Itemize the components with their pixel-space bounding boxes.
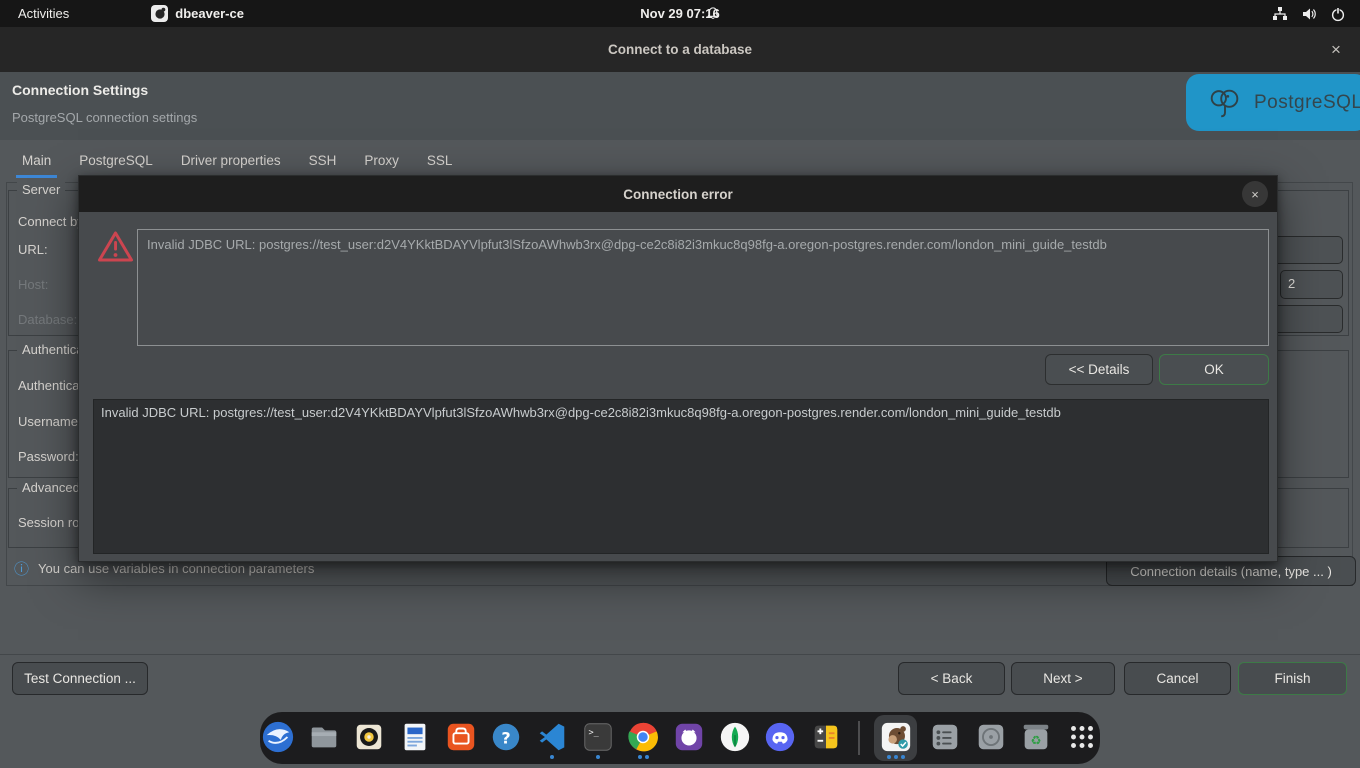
dock-disks-icon[interactable] bbox=[973, 715, 1009, 761]
page-title: Connection Settings bbox=[12, 82, 148, 98]
error-dialog-title: Connection error bbox=[623, 187, 733, 202]
advanced-group-legend: Advanced bbox=[17, 480, 85, 495]
back-button[interactable]: < Back bbox=[898, 662, 1005, 695]
dock-chrome-icon[interactable] bbox=[625, 715, 661, 761]
focused-app-name: dbeaver-ce bbox=[175, 6, 244, 21]
dock-github-desktop-icon[interactable] bbox=[671, 715, 707, 761]
svg-text:?: ? bbox=[502, 729, 511, 748]
password-label: Password: bbox=[18, 449, 79, 464]
username-label: Username: bbox=[18, 414, 82, 429]
wizard-header: Connection Settings PostgreSQL connectio… bbox=[0, 72, 1360, 140]
error-warning-icon bbox=[97, 230, 134, 268]
connect-by-label: Connect by: bbox=[18, 214, 87, 229]
tab-ssh[interactable]: SSH bbox=[307, 143, 339, 180]
dock-dbeaver-icon[interactable] bbox=[874, 715, 918, 761]
focused-app-menu[interactable]: dbeaver-ce bbox=[151, 5, 244, 22]
window-title: Connect to a database bbox=[608, 42, 752, 57]
cancel-button[interactable]: Cancel bbox=[1124, 662, 1231, 695]
network-icon[interactable] bbox=[1272, 6, 1288, 22]
system-top-bar: Activities dbeaver-ce Nov 29 07:16 bbox=[0, 0, 1360, 27]
info-icon: ⓘ bbox=[14, 558, 29, 579]
svg-text:♻: ♻ bbox=[1031, 734, 1042, 748]
button-bar-separator bbox=[0, 654, 1360, 655]
dock-libreoffice-writer-icon[interactable] bbox=[397, 715, 433, 761]
finish-button[interactable]: Finish bbox=[1238, 662, 1347, 695]
dock-thunderbird-icon[interactable] bbox=[260, 715, 296, 761]
tab-driver-properties[interactable]: Driver properties bbox=[179, 143, 283, 180]
tab-ssl[interactable]: SSL bbox=[425, 143, 455, 180]
dock-terminal-icon[interactable]: >_ bbox=[580, 715, 616, 761]
window-title-bar: Connect to a database × bbox=[0, 27, 1360, 72]
database-label: Database: bbox=[18, 312, 77, 327]
dock-app-grid-icon[interactable] bbox=[1064, 715, 1100, 761]
dock-mongodb-compass-icon[interactable] bbox=[717, 715, 753, 761]
tab-main[interactable]: Main bbox=[20, 143, 53, 180]
connection-error-dialog: Connection error × Invalid JDBC URL: pos… bbox=[78, 175, 1278, 562]
dock-rhythmbox-icon[interactable] bbox=[351, 715, 387, 761]
error-dialog-title-bar: Connection error × bbox=[79, 176, 1277, 212]
dock-calculator-icon[interactable] bbox=[808, 715, 844, 761]
postgresql-logo-text: PostgreSQL bbox=[1254, 92, 1360, 114]
variables-hint-text[interactable]: You can use variables in connection para… bbox=[38, 561, 314, 576]
postgresql-logo: PostgreSQL bbox=[1186, 74, 1360, 131]
tab-postgresql[interactable]: PostgreSQL bbox=[77, 143, 155, 180]
port-input[interactable]: 2 bbox=[1280, 270, 1343, 299]
error-dialog-close-button[interactable]: × bbox=[1242, 181, 1268, 207]
error-message-box: Invalid JDBC URL: postgres://test_user:d… bbox=[137, 229, 1269, 346]
server-group-legend: Server bbox=[17, 182, 65, 197]
window-close-button[interactable]: × bbox=[1326, 40, 1346, 60]
details-toggle-button[interactable]: << Details bbox=[1045, 354, 1153, 385]
page-subtitle: PostgreSQL connection settings bbox=[12, 110, 197, 125]
power-icon[interactable] bbox=[1330, 6, 1346, 22]
notification-bell-icon bbox=[706, 6, 720, 24]
host-label: Host: bbox=[18, 277, 48, 292]
dock-discord-icon[interactable] bbox=[762, 715, 798, 761]
url-label: URL: bbox=[18, 242, 48, 257]
svg-text:>_: >_ bbox=[588, 728, 599, 738]
dock-vscode-icon[interactable] bbox=[534, 715, 570, 761]
dock-trash-icon[interactable]: ♻ bbox=[1019, 715, 1055, 761]
dock-settings-icon[interactable] bbox=[927, 715, 963, 761]
dock: ? >_ ♻ bbox=[260, 712, 1100, 764]
dock-separator bbox=[858, 721, 860, 755]
dock-help-icon[interactable]: ? bbox=[488, 715, 524, 761]
test-connection-button[interactable]: Test Connection ... bbox=[12, 662, 148, 695]
postgresql-elephant-icon bbox=[1206, 84, 1244, 122]
activities-button[interactable]: Activities bbox=[18, 6, 69, 21]
error-details-panel[interactable]: Invalid JDBC URL: postgres://test_user:d… bbox=[93, 399, 1269, 554]
next-button[interactable]: Next > bbox=[1011, 662, 1115, 695]
tab-proxy[interactable]: Proxy bbox=[362, 143, 401, 180]
volume-icon[interactable] bbox=[1301, 6, 1317, 22]
dbeaver-app-icon bbox=[151, 5, 168, 22]
dock-files-icon[interactable] bbox=[306, 715, 342, 761]
dock-ubuntu-software-icon[interactable] bbox=[443, 715, 479, 761]
ok-button[interactable]: OK bbox=[1159, 354, 1269, 385]
